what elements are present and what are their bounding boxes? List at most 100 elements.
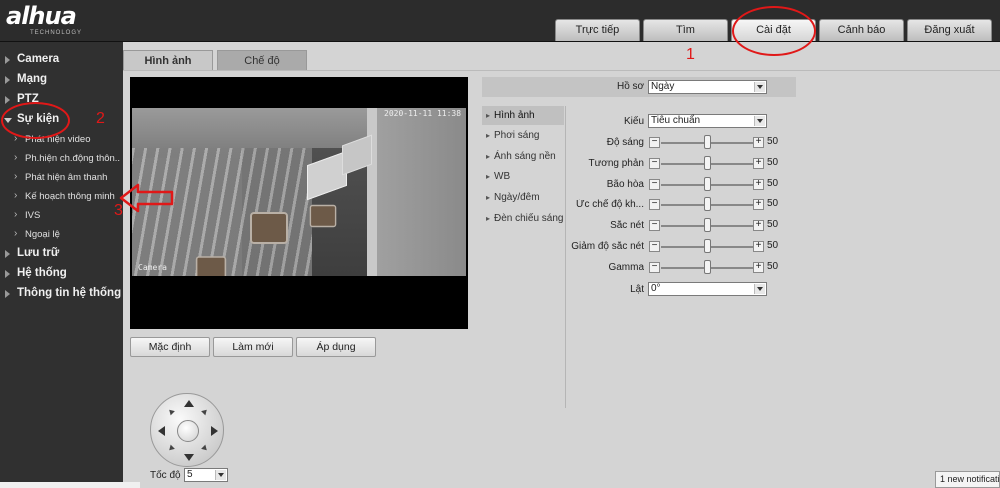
plus-icon[interactable]: + [753, 137, 764, 148]
sidebar-item-camera[interactable]: Camera [0, 53, 123, 67]
minus-icon[interactable]: − [649, 262, 660, 273]
bullet-icon: ▸ [486, 131, 491, 140]
minus-icon[interactable]: − [649, 158, 660, 169]
annotation-circle-event [1, 102, 70, 139]
sidebar-item-label: Mạng [17, 73, 48, 85]
sharpness-level-label: Giảm độ sắc nét [571, 241, 644, 252]
image-settings-nav: ▸ Hình ảnh ▸ Phơi sáng ▸ Ánh sáng nền ▸ WB ▸… [482, 106, 566, 408]
tab-alarm[interactable]: Cảnh báo [819, 19, 904, 41]
slider-thumb[interactable] [703, 218, 711, 232]
saturation-slider[interactable]: − +50 [649, 177, 778, 191]
sidebar-subitem-audio-detect[interactable]: › Phát hiện âm thanh [0, 171, 123, 184]
saturation-label: Bão hòa [606, 179, 644, 190]
slider-thumb[interactable] [703, 260, 711, 274]
sidebar-item-system-info[interactable]: Thông tin hệ thống [0, 287, 123, 301]
expand-arrow-icon [5, 290, 10, 298]
plus-icon[interactable]: + [753, 199, 764, 210]
plus-icon[interactable]: + [753, 262, 764, 273]
tab-image[interactable]: Hình ảnh [123, 50, 213, 70]
sharpness-level-slider[interactable]: − +50 [649, 239, 778, 253]
ptz-speed-select[interactable]: 5 [184, 468, 228, 482]
bullet-icon: ▸ [486, 172, 491, 181]
tab-live[interactable]: Trực tiếp [555, 19, 640, 41]
tab-logout[interactable]: Đăng xuất [907, 19, 992, 41]
sidebar-subitem-smart-motion[interactable]: › Ph.hiện ch.động thôn... [0, 152, 123, 165]
ptz-up-right-arrow-icon[interactable] [201, 407, 209, 416]
sidebar-item-label: Camera [17, 53, 60, 65]
ptz-left-arrow-icon[interactable] [158, 426, 165, 436]
brightness-slider[interactable]: − +50 [649, 135, 778, 149]
sidebar-subitem-ivs[interactable]: › IVS [0, 209, 123, 222]
sharpness-slider[interactable]: − +50 [649, 218, 778, 232]
profile-label: Hồ sơ [617, 81, 645, 92]
bullet-icon: ▸ [486, 152, 491, 161]
annotation-number-3: 3 [114, 202, 123, 219]
slider-thumb[interactable] [703, 156, 711, 170]
chevron-right-icon: › [14, 190, 18, 201]
ptz-center-button[interactable] [177, 420, 199, 442]
ptz-speed-label: Tốc độ [150, 470, 181, 481]
annotation-number-1: 1 [686, 46, 695, 63]
style-select[interactable]: Tiêu chuẩn [648, 114, 767, 128]
sharpness-label: Sắc nét [610, 220, 644, 231]
minus-icon[interactable]: − [649, 199, 660, 210]
bullet-icon: ▸ [486, 193, 491, 202]
default-button[interactable]: Mặc định [130, 337, 210, 357]
profile-select[interactable]: Ngày [648, 80, 767, 94]
logo-tagline: TECHNOLOGY [30, 30, 83, 36]
sidebar-item-system[interactable]: Hệ thống [0, 267, 123, 281]
plus-icon[interactable]: + [753, 158, 764, 169]
sidebar-item-label: Hệ thống [17, 267, 67, 279]
sidebar-subitem-abnormality[interactable]: › Ngoại lệ [0, 228, 123, 241]
apply-button[interactable]: Áp dụng [296, 337, 376, 357]
ptz-right-arrow-icon[interactable] [211, 426, 218, 436]
slider-thumb[interactable] [703, 197, 711, 211]
slider-value: 50 [767, 198, 779, 209]
expand-arrow-icon [5, 56, 10, 64]
contrast-slider[interactable]: − +50 [649, 156, 778, 170]
video-preview: 2020-11-11 11:38 Camera [130, 77, 468, 329]
plus-icon[interactable]: + [753, 241, 764, 252]
slider-value: 50 [767, 136, 779, 147]
slider-value: 50 [767, 157, 779, 168]
plus-icon[interactable]: + [753, 179, 764, 190]
osd-channel-name: Camera [138, 263, 167, 272]
chroma-suppress-label: Ức chế độ kh... [575, 199, 644, 210]
refresh-button[interactable]: Làm mới [213, 337, 293, 357]
plus-icon[interactable]: + [753, 220, 764, 231]
slider-value: 50 [767, 178, 779, 189]
slider-thumb[interactable] [703, 135, 711, 149]
bullet-icon: ▸ [486, 214, 491, 223]
annotation-number-2: 2 [96, 110, 105, 127]
slider-thumb[interactable] [703, 177, 711, 191]
flip-select[interactable]: 0° [648, 282, 767, 296]
ptz-up-left-arrow-icon[interactable] [167, 407, 175, 416]
slider-value: 50 [767, 219, 779, 230]
chroma-suppress-slider[interactable]: − +50 [649, 197, 778, 211]
notification-toast[interactable]: 1 new notifications [935, 471, 1000, 488]
minus-icon[interactable]: − [649, 220, 660, 231]
gamma-slider[interactable]: − +50 [649, 260, 778, 274]
ptz-up-arrow-icon[interactable] [184, 400, 194, 407]
sidebar-item-storage[interactable]: Lưu trữ [0, 247, 123, 261]
expand-arrow-icon [5, 76, 10, 84]
ptz-down-right-arrow-icon[interactable] [201, 444, 209, 453]
bottom-strip [0, 482, 140, 488]
minus-icon[interactable]: − [649, 179, 660, 190]
tab-mode[interactable]: Chế độ [217, 50, 307, 70]
brightness-label: Độ sáng [606, 137, 644, 148]
sidebar-item-label: Thông tin hệ thống [17, 287, 122, 299]
ptz-down-left-arrow-icon[interactable] [167, 444, 175, 453]
slider-thumb[interactable] [703, 239, 711, 253]
expand-arrow-icon [5, 96, 10, 104]
slider-value: 50 [767, 240, 779, 251]
tab-search[interactable]: Tìm [643, 19, 728, 41]
minus-icon[interactable]: − [649, 241, 660, 252]
ptz-direction-pad [150, 393, 224, 467]
minus-icon[interactable]: − [649, 137, 660, 148]
sidebar-item-network[interactable]: Mạng [0, 73, 123, 87]
expand-arrow-icon [5, 250, 10, 258]
ptz-down-arrow-icon[interactable] [184, 454, 194, 461]
sidebar-subitem-smart-plan[interactable]: › Kế hoạch thông minh [0, 190, 123, 203]
bullet-icon: ▸ [486, 111, 491, 120]
